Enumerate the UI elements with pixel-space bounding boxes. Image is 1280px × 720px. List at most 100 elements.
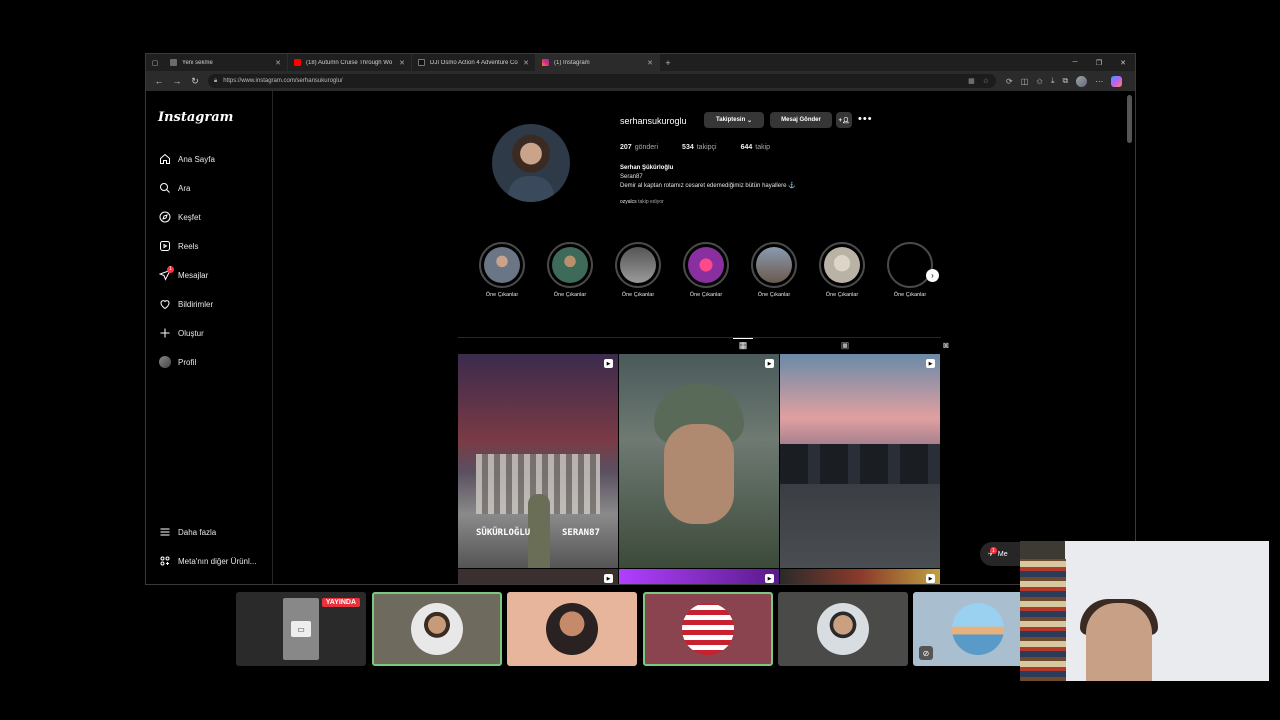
highlight-item[interactable]: Öne Çıkanlar [478,242,526,298]
sidebar-item-label: Profil [178,357,197,367]
highlight-item[interactable]: Öne Çıkanlar [682,242,730,298]
webcam-preview [1020,541,1269,681]
sidebar-item-search[interactable]: Ara [158,179,190,197]
add-user-icon[interactable]: +👤︎ [836,112,852,128]
message-button[interactable]: Mesaj Gönder [770,112,832,128]
participant-tile-screenshare[interactable]: ▭ YAYINDA [236,592,366,666]
avatar [817,603,869,655]
avatar [411,603,463,655]
scrollbar[interactable] [1127,95,1132,143]
sidebar-item-label: Ara [178,183,191,193]
tab-instagram[interactable]: (1) Instagram ✕ [536,54,660,71]
highlight-thumbnail [688,247,724,283]
tab-posts-grid-icon[interactable]: ▦ [733,338,753,352]
sidebar-item-more[interactable]: Daha fazla [158,523,216,541]
avatar [952,603,1004,655]
highlight-label: Öne Çıkanlar [485,292,519,298]
downloads-icon[interactable]: ⤓ [1051,76,1055,86]
favorite-star-icon[interactable]: ☆ [983,77,989,85]
tab-new[interactable]: Yeni sekme ✕ [164,54,288,71]
tab-label: (1) Instagram [554,59,590,66]
profile-username: serhansukuroglu [620,116,687,126]
reel-icon: ▶ [926,574,935,583]
bio-fullname: Serhan Şükürloğlu [620,165,674,171]
plus-icon [158,327,171,340]
post-tile[interactable]: ▶ [619,569,779,584]
tab-dji[interactable]: DJI Osmo Action 4 Adventure Co ✕ [412,54,536,71]
post-tile[interactable]: ▶ [780,569,940,584]
stat-followers[interactable]: 534 takipçi [682,144,717,151]
window-controls: ─ ❐ ✕ [1063,54,1135,71]
following-button[interactable]: Takiptesin ⌄ [704,112,764,128]
participant-tile[interactable] [643,592,773,666]
minimize-icon[interactable]: ─ [1063,54,1087,71]
tab-actions-icon[interactable]: ▢ [146,54,164,71]
sidebar-item-profile[interactable]: Profil [158,353,196,371]
post-tile[interactable]: ▶ [619,354,779,568]
chevron-right-icon[interactable]: › [926,269,939,282]
browser-window: ▢ Yeni sekme ✕ (18) Autumn Cruise Throug… [145,53,1136,585]
close-icon[interactable]: ✕ [647,59,653,67]
tab-youtube[interactable]: (18) Autumn Cruise Through Wo ✕ [288,54,412,71]
avatar [682,603,734,655]
sidebar-item-home[interactable]: Ana Sayfa [158,150,215,168]
chevron-down-icon: ⌄ [746,117,752,124]
new-tab-button[interactable]: + [660,58,676,68]
close-window-icon[interactable]: ✕ [1111,54,1135,71]
bio-line: Seran87 [620,174,643,180]
extensions-icon[interactable]: ⟳ [1006,77,1013,86]
tab-tagged-icon[interactable]: ◙ [936,338,956,352]
highlight-item[interactable]: Öne Çıkanlar [750,242,798,298]
menu-icon [158,526,171,539]
tab-label: (18) Autumn Cruise Through Wo [306,59,393,66]
highlight-item[interactable]: Öne Çıkanlar [614,242,662,298]
url-text: https://www.instagram.com/serhansukurogl… [223,78,343,84]
post-overlay-text: SERAN87 [562,528,600,538]
close-icon[interactable]: ✕ [523,59,529,67]
sidebar-item-messages[interactable]: 1 Mesajlar [158,265,208,284]
close-icon[interactable]: ✕ [399,59,405,67]
close-icon[interactable]: ✕ [275,59,281,67]
sidebar-item-reels[interactable]: Reels [158,237,198,255]
highlight-item[interactable]: Öne Çıkanlar [546,242,594,298]
back-icon[interactable]: ← [150,72,168,90]
stat-posts[interactable]: 207 gönderi [620,144,658,151]
highlight-thumbnail [620,247,656,283]
instagram-logo[interactable]: Instagram [158,110,233,125]
refresh-icon[interactable]: ↻ [186,72,204,90]
copilot-icon[interactable] [1111,75,1123,87]
post-tile[interactable]: ▶ [458,569,618,584]
forward-icon[interactable]: → [168,72,186,90]
highlight-item[interactable]: Öne Çıkanlar [886,242,934,298]
split-screen-icon[interactable]: ◫ [1021,77,1029,86]
more-menu-icon[interactable]: ⋯ [1095,77,1103,86]
collections-icon[interactable]: ⧉ [1063,76,1069,86]
participant-tile[interactable] [507,592,637,666]
avatar [546,603,598,655]
url-field[interactable]: 🔒︎ https://www.instagram.com/serhansukur… [208,74,996,88]
sidebar-item-notifications[interactable]: Bildirimler [158,295,213,313]
sidebar-item-meta[interactable]: Meta'nın diğer Ürünl... [158,552,256,570]
profile-avatar-large[interactable] [492,124,570,202]
tab-reels-icon[interactable]: ▣ [835,338,855,352]
stat-following[interactable]: 644 takip [741,144,770,151]
restore-icon[interactable]: ❐ [1087,54,1111,71]
reader-icon[interactable]: ▦ [968,77,975,85]
following-button-label: Takiptesin [716,117,746,123]
post-tile[interactable]: SÜKÜRLOĞLU SERAN87 ▶ [458,354,618,568]
muted-video-icon: ⊘ [919,646,933,660]
favorites-icon[interactable]: ✩ [1036,77,1043,86]
highlight-item[interactable]: Öne Çıkanlar [818,242,866,298]
profile-avatar[interactable] [1076,75,1088,87]
reels-icon [158,240,171,253]
sidebar-item-explore[interactable]: Keşfet [158,208,201,226]
followed-by[interactable]: ozyalcs takip ediyor [620,199,664,205]
sidebar-item-label: Oluştur [178,328,204,338]
participant-tile[interactable] [778,592,908,666]
sidebar-item-create[interactable]: Oluştur [158,324,204,342]
more-options-icon[interactable]: ••• [858,113,873,125]
post-tile[interactable]: ▶ [780,354,940,568]
highlight-label: Öne Çıkanlar [757,292,791,298]
call-participants-strip: ▭ YAYINDA ⊘ [236,592,1043,666]
participant-tile[interactable] [372,592,502,666]
